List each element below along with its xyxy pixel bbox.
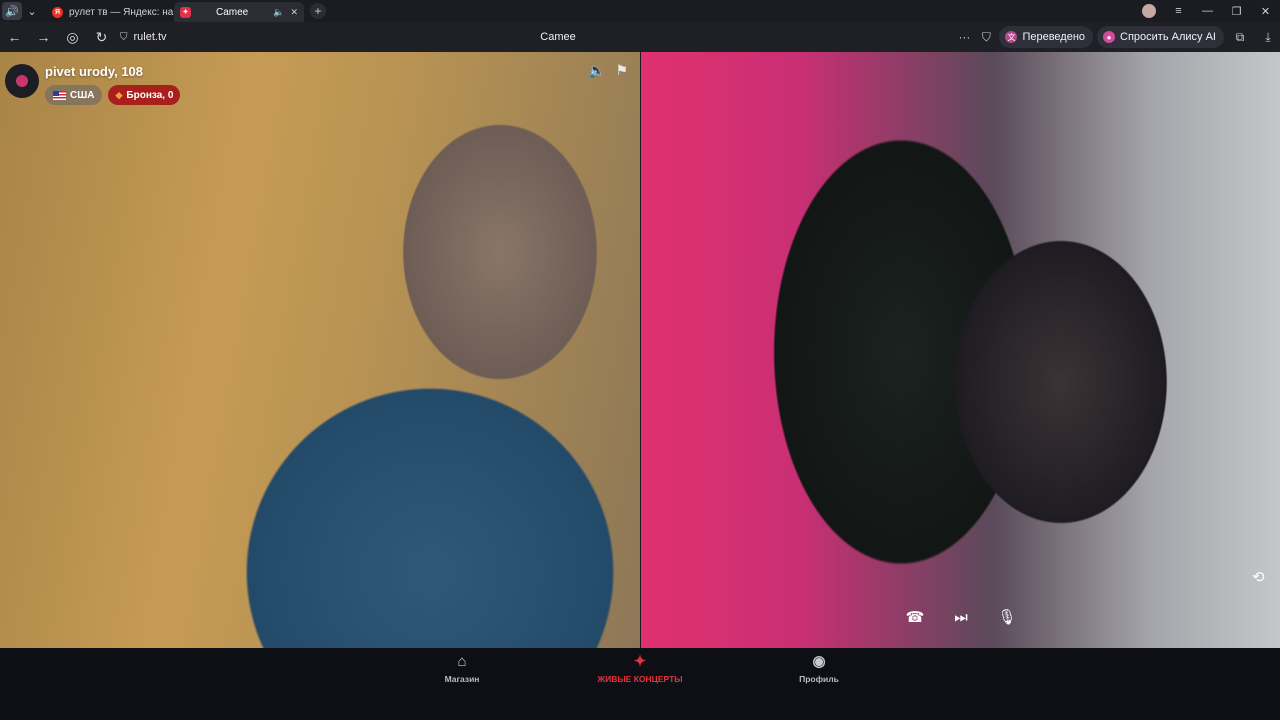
- forward-icon[interactable]: →: [29, 23, 58, 51]
- protect-icon[interactable]: ◎: [58, 23, 87, 51]
- alice-icon: ●: [1103, 31, 1116, 43]
- tab-yandex-search[interactable]: Я рулет тв — Яндекс: нашл: [46, 2, 174, 22]
- translate-icon: 文: [1005, 31, 1018, 43]
- microphone-icon[interactable]: 🎙: [997, 608, 1016, 626]
- bottom-navigation: ⌂ Магазин ✦ ЖИВЫЕ КОНЦЕРТЫ ◉ Профиль: [0, 648, 1280, 720]
- new-tab-button[interactable]: +: [310, 3, 326, 19]
- mute-peer-icon[interactable]: 🔈: [588, 62, 605, 79]
- url-text: rulet.tv: [133, 31, 167, 43]
- rank-label: Бронза, 0: [126, 89, 174, 101]
- close-window-icon[interactable]: ✕: [1251, 5, 1280, 18]
- local-video: [641, 52, 1280, 648]
- next-peer-icon[interactable]: ⏭: [952, 608, 970, 626]
- address-bar: ← → ◎ ↻ ⛉ rulet.tv Camee ··· ⛉ 文 Перевед…: [0, 22, 1280, 52]
- page-title: Camee: [540, 31, 576, 43]
- more-icon[interactable]: ···: [955, 30, 973, 44]
- hang-up-icon[interactable]: ☎: [906, 608, 925, 626]
- rank-badge: ◆ Бронза, 0: [107, 85, 181, 105]
- nav-live-concerts[interactable]: ✦ ЖИВЫЕ КОНЦЕРТЫ: [590, 653, 690, 685]
- peer-avatar[interactable]: [5, 64, 39, 98]
- tab-close-icon[interactable]: ✕: [290, 7, 298, 18]
- shop-bag-icon: ⌂: [457, 653, 467, 670]
- bronze-gem-icon: ◆: [115, 89, 123, 100]
- reload-icon[interactable]: ↻: [87, 23, 116, 51]
- switch-camera-icon[interactable]: ⟲: [1252, 568, 1265, 586]
- back-icon[interactable]: ←: [0, 23, 29, 51]
- translate-label: Переведено: [1022, 31, 1086, 43]
- yandex-icon: Я: [52, 6, 63, 18]
- video-stage: pivet urody, 108 США ◆ Бронза, 0 🔈 ⚑ ☎ ⏭…: [0, 52, 1280, 648]
- translate-button[interactable]: 文 Переведено: [999, 26, 1094, 48]
- nav-profile-label: Профиль: [799, 674, 839, 684]
- window-controls: ≡ — ❐ ✕: [1142, 0, 1280, 22]
- url-field[interactable]: ⛉ rulet.tv: [120, 31, 167, 43]
- remote-video: [0, 52, 640, 648]
- country-label: США: [70, 89, 95, 101]
- bookmark-icon[interactable]: ⛉: [977, 30, 995, 45]
- tab-title: Camee: [215, 6, 249, 18]
- nav-profile[interactable]: ◉ Профиль: [769, 653, 869, 685]
- user-avatar[interactable]: [1142, 4, 1156, 18]
- us-flag-icon: [53, 90, 66, 100]
- menu-icon[interactable]: ≡: [1164, 5, 1193, 17]
- minimize-icon[interactable]: —: [1193, 5, 1222, 17]
- profile-icon: ◉: [812, 653, 826, 670]
- download-icon[interactable]: ⤓: [1256, 30, 1280, 45]
- camee-icon: ✦: [180, 6, 191, 18]
- country-badge: США: [45, 85, 102, 105]
- tab-title: рулет тв — Яндекс: нашл: [69, 6, 174, 18]
- nav-shop[interactable]: ⌂ Магазин: [412, 653, 512, 685]
- speaker-icon[interactable]: 🔊: [2, 2, 22, 20]
- report-flag-icon[interactable]: ⚑: [615, 62, 628, 79]
- ask-alice-label: Спросить Алису AI: [1120, 31, 1216, 43]
- address-bar-actions: ··· ⛉ 文 Переведено ● Спросить Алису AI ⧉…: [955, 22, 1280, 52]
- restore-icon[interactable]: ❐: [1222, 5, 1251, 18]
- browser-tab-strip: 🔊 ⌄ Я рулет тв — Яндекс: нашл ✦ Camee 🔈 …: [0, 0, 1280, 22]
- avatar-placeholder-icon: [16, 75, 28, 87]
- ask-alice-button[interactable]: ● Спросить Алису AI: [1097, 26, 1224, 48]
- nav-live-label: ЖИВЫЕ КОНЦЕРТЫ: [597, 674, 683, 684]
- peer-name: pivet urody, 108: [45, 64, 144, 79]
- live-concerts-icon: ✦: [633, 653, 647, 670]
- shield-icon: ⛉: [120, 31, 128, 43]
- remote-video-controls: 🔈 ⚑: [588, 62, 628, 79]
- nav-shop-label: Магазин: [444, 674, 480, 684]
- tab-audio-icon[interactable]: 🔈: [273, 7, 284, 18]
- peer-info: pivet urody, 108 США ◆ Бронза, 0: [5, 64, 181, 105]
- sidebar-icon[interactable]: ⧉: [1228, 30, 1252, 45]
- tab-camee[interactable]: ✦ Camee 🔈 ✕: [174, 2, 304, 22]
- tab-list-chevron-icon[interactable]: ⌄: [22, 2, 42, 20]
- call-controls: ☎ ⏭ 🎙: [906, 608, 1017, 627]
